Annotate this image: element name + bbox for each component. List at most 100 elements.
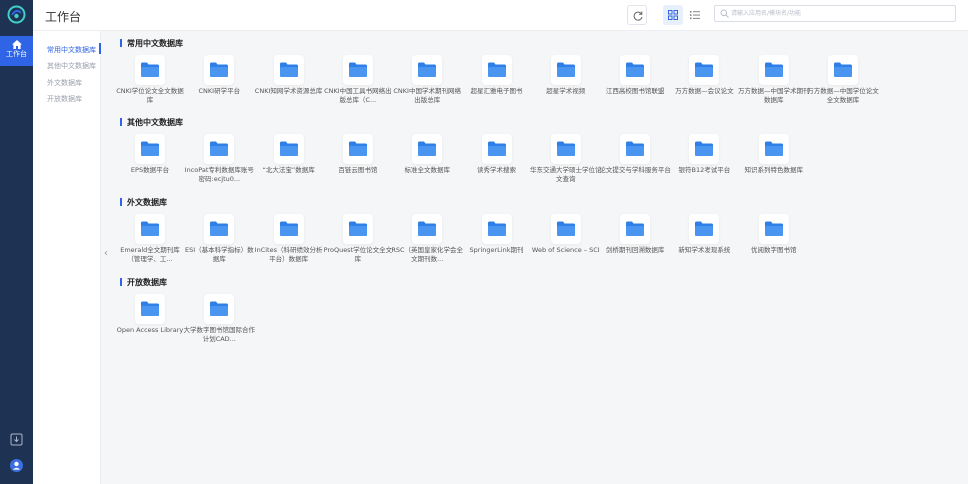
tile-label: 超星学术视频 — [546, 87, 586, 95]
database-grid: 常用中文数据库 CNKI学位论文全文数据库 CNKI研学平台 CNKI知网学术资源总库… — [111, 31, 968, 484]
database-tile[interactable]: 新知学术发现系统 — [668, 214, 740, 292]
folder-icon — [695, 221, 714, 236]
tile-icon-box — [758, 134, 789, 164]
tile-label: IncoPat专利数据库账号密码:ecjtu0... — [184, 166, 254, 183]
folder-icon — [556, 62, 575, 77]
refresh-icon — [633, 11, 643, 21]
database-tile[interactable]: 标准全文数据库 — [391, 134, 463, 212]
database-tile[interactable]: 万方数据—中国学位论文全文数据库 — [807, 55, 879, 133]
tile-icon-box — [689, 134, 720, 164]
folder-icon — [210, 301, 229, 316]
home-icon — [11, 40, 22, 49]
folder-icon — [141, 62, 159, 77]
database-tile[interactable]: Web of Science – SCI — [530, 214, 602, 292]
database-tile[interactable]: 大学数字图书馆国际合作计划CAD... — [183, 294, 255, 372]
folder-icon — [141, 221, 159, 236]
section-title: 其他中文数据库 — [120, 117, 183, 128]
database-tile[interactable]: 剑桥期刊回溯数据库 — [599, 214, 671, 292]
database-tile[interactable]: 论文提交与学科服务平台 — [599, 134, 671, 212]
folder-icon — [210, 62, 229, 77]
tile-icon-box — [135, 214, 165, 244]
view-toggle — [663, 5, 705, 25]
folder-icon — [626, 221, 645, 236]
folder-icon — [348, 62, 367, 77]
tile-label: 银符B12考试平台 — [678, 166, 731, 174]
database-tile[interactable]: 银符B12考试平台 — [668, 134, 740, 212]
tile-icon-box — [342, 214, 373, 244]
folder-icon — [487, 221, 506, 236]
database-tile[interactable]: CNKI中国工具书网络出版总库（C... — [322, 55, 394, 133]
database-tile[interactable]: 超星汇雅电子图书 — [461, 55, 533, 133]
folder-icon — [626, 141, 645, 156]
tile-icon-box — [620, 134, 651, 164]
tile-label: 新知学术发现系统 — [678, 246, 731, 254]
database-tile[interactable]: Open Access Library — [114, 294, 186, 372]
tile-icon-box — [412, 134, 443, 164]
folder-icon — [348, 141, 367, 156]
database-tile[interactable]: CNKI研学平台 — [183, 55, 255, 133]
database-tile[interactable]: 万方数据—中国学术期刊数据库 — [738, 55, 810, 133]
tile-icon-box — [412, 214, 443, 244]
rail-home-button[interactable]: 工作台 — [0, 36, 33, 66]
database-tile[interactable]: 万方数据—会议论文 — [668, 55, 740, 133]
tile-label: 万方数据—会议论文 — [675, 87, 734, 95]
sidebar-item-open[interactable]: 开放数据库 — [47, 94, 82, 104]
sidebar-item-other-chinese[interactable]: 其他中文数据库 — [47, 61, 96, 71]
page-title: 工作台 — [45, 10, 82, 24]
tile-label: 华东交通大学硕士学位论文查询 — [530, 166, 602, 183]
search-input[interactable] — [731, 7, 951, 20]
database-tile[interactable]: 优阅数字图书馆 — [738, 214, 810, 292]
database-tile[interactable]: InCites（科研绩效分析平台）数据库 — [253, 214, 325, 292]
tile-label: CNKI学位论文全文数据库 — [116, 87, 184, 104]
refresh-button[interactable] — [627, 5, 647, 25]
tile-label: 万方数据—中国学位论文全文数据库 — [807, 87, 879, 104]
folder-icon — [279, 62, 298, 77]
folder-icon — [141, 141, 159, 156]
tile-label: 万方数据—中国学术期刊数据库 — [737, 87, 810, 104]
tile-icon-box — [204, 214, 235, 244]
database-tile[interactable]: 江西高校图书馆联盟 — [599, 55, 671, 133]
download-icon[interactable] — [9, 432, 24, 447]
database-tile[interactable]: 华东交通大学硕士学位论文查询 — [530, 134, 602, 212]
database-tile[interactable]: 百链云图书馆 — [322, 134, 394, 212]
tile-label: EPS数据平台 — [130, 166, 170, 174]
tile-label: 知识系列特色数据库 — [744, 166, 803, 174]
folder-icon — [487, 141, 506, 156]
database-tile[interactable]: CNKI中国学术期刊网络出版总库 — [391, 55, 463, 133]
database-tile[interactable]: 超星学术视频 — [530, 55, 602, 133]
tile-icon-box — [620, 214, 651, 244]
tile-icon-box — [689, 55, 720, 85]
sidebar-item-foreign[interactable]: 外文数据库 — [47, 78, 82, 88]
database-tile[interactable]: 读秀学术搜索 — [461, 134, 533, 212]
folder-icon — [626, 62, 645, 77]
tile-label: CNKI研学平台 — [198, 87, 241, 95]
collapse-sidebar-button[interactable]: ‹ — [101, 244, 111, 264]
database-tile[interactable]: SpringerLink期刊 — [461, 214, 533, 292]
folder-icon — [348, 221, 367, 236]
chevron-left-icon: ‹ — [104, 248, 108, 259]
tile-icon-box — [204, 134, 235, 164]
sidebar-item-common-chinese[interactable]: 常用中文数据库 — [47, 45, 96, 55]
app-logo-icon[interactable] — [6, 4, 27, 25]
grid-view-button[interactable] — [663, 5, 683, 25]
database-tile[interactable]: 知识系列特色数据库 — [738, 134, 810, 212]
database-tile[interactable]: ProQuest学位论文全文库 — [322, 214, 394, 292]
folder-icon — [834, 62, 852, 77]
database-tile[interactable]: IncoPat专利数据库账号密码:ecjtu0... — [183, 134, 255, 212]
user-avatar-icon[interactable] — [9, 458, 24, 473]
folder-icon — [487, 62, 506, 77]
tile-icon-box — [135, 55, 165, 85]
folder-icon — [279, 221, 298, 236]
folder-icon — [279, 141, 298, 156]
folder-icon — [418, 62, 437, 77]
list-view-button[interactable] — [685, 5, 705, 25]
database-tile[interactable]: CNKI知网学术资源总库 — [253, 55, 325, 133]
folder-icon — [764, 141, 783, 156]
database-tile[interactable]: ESI（基本科学指标）数据库 — [183, 214, 255, 292]
sidebar-active-indicator — [99, 43, 101, 54]
tile-icon-box — [273, 214, 304, 244]
tile-label: “北大法宝”数据库 — [262, 166, 315, 174]
tile-icon-box — [550, 214, 581, 244]
database-tile[interactable]: “北大法宝”数据库 — [253, 134, 325, 212]
database-tile[interactable]: RSC（英国皇家化学会全文期刊数... — [391, 214, 463, 292]
